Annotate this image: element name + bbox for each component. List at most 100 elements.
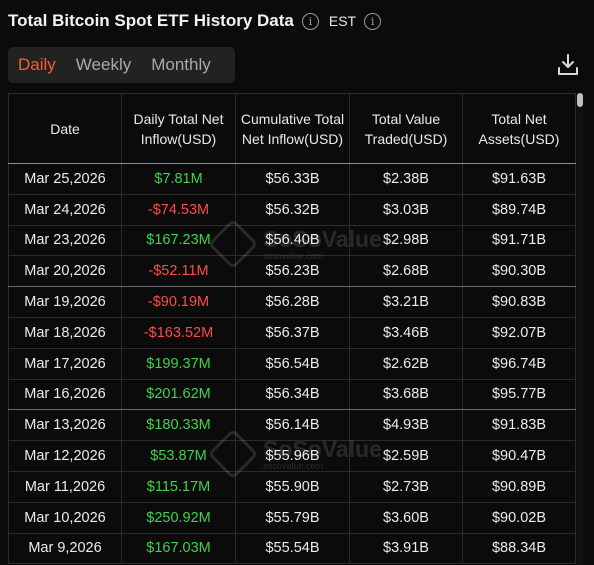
table-row: Mar 9,2026 $167.03M $55.54B $3.91B $88.34B [8, 533, 576, 565]
cell-date: Mar 12,2026 [8, 440, 122, 472]
cell-total-net-assets: $91.83B [462, 409, 576, 442]
cell-total-value-traded: $3.91B [349, 533, 463, 565]
etf-history-table: Date Daily Total Net Inflow(USD) Cumulat… [8, 93, 576, 565]
cell-cumulative-net-inflow: $56.40B [235, 225, 350, 257]
table-row: Mar 20,2026 -$52.11M $56.23B $2.68B $90.30B [8, 255, 576, 288]
cell-cumulative-net-inflow: $56.33B [235, 163, 350, 195]
cell-daily-net-inflow: -$52.11M [121, 255, 236, 288]
table-header-row: Date Daily Total Net Inflow(USD) Cumulat… [8, 93, 576, 164]
cell-daily-net-inflow: $250.92M [121, 502, 236, 534]
cell-total-value-traded: $2.98B [349, 225, 463, 257]
table-row: Mar 16,2026 $201.62M $56.34B $3.68B $95.77B [8, 379, 576, 411]
cell-daily-net-inflow: $7.81M [121, 163, 236, 195]
cell-total-value-traded: $2.73B [349, 471, 463, 503]
column-header-daily-net-inflow: Daily Total Net Inflow(USD) [121, 93, 236, 164]
tab-monthly[interactable]: Monthly [141, 55, 221, 75]
cell-total-net-assets: $90.30B [462, 255, 576, 288]
cell-daily-net-inflow: $167.03M [121, 533, 236, 565]
timezone-info-icon[interactable]: i [364, 12, 382, 30]
cell-cumulative-net-inflow: $55.90B [235, 471, 350, 503]
info-icon[interactable]: i [301, 12, 319, 30]
cell-date: Mar 23,2026 [8, 225, 122, 257]
cell-total-net-assets: $90.47B [462, 440, 576, 472]
table-row: Mar 11,2026 $115.17M $55.90B $2.73B $90.89B [8, 471, 576, 503]
table-scrollbar[interactable] [577, 93, 583, 565]
cell-daily-net-inflow: $201.62M [121, 379, 236, 411]
cell-total-value-traded: $2.38B [349, 163, 463, 195]
cell-cumulative-net-inflow: $56.32B [235, 194, 350, 226]
cell-total-value-traded: $2.59B [349, 440, 463, 472]
scrollbar-thumb[interactable] [577, 93, 583, 107]
cell-total-value-traded: $3.21B [349, 286, 463, 318]
cell-daily-net-inflow: -$90.19M [121, 286, 236, 318]
cell-total-value-traded: $3.60B [349, 502, 463, 534]
column-header-date: Date [8, 93, 122, 164]
table-row: Mar 13,2026 $180.33M $56.14B $4.93B $91.83B [8, 409, 576, 442]
cell-total-value-traded: $2.62B [349, 348, 463, 380]
column-header-cumulative-net-inflow: Cumulative Total Net Inflow(USD) [235, 93, 350, 164]
table-row: Mar 10,2026 $250.92M $55.79B $3.60B $90.02B [8, 502, 576, 534]
column-header-total-net-assets: Total Net Assets(USD) [462, 93, 576, 164]
etf-history-table-container: Date Daily Total Net Inflow(USD) Cumulat… [8, 93, 576, 565]
cell-cumulative-net-inflow: $56.28B [235, 286, 350, 318]
cell-date: Mar 20,2026 [8, 255, 122, 288]
cell-total-net-assets: $96.74B [462, 348, 576, 380]
cell-date: Mar 9,2026 [8, 533, 122, 565]
table-row: Mar 19,2026 -$90.19M $56.28B $3.21B $90.83B [8, 286, 576, 318]
cell-cumulative-net-inflow: $56.14B [235, 409, 350, 442]
cell-total-net-assets: $91.71B [462, 225, 576, 257]
cell-date: Mar 19,2026 [8, 286, 122, 318]
cell-total-net-assets: $90.89B [462, 471, 576, 503]
cell-total-value-traded: $3.46B [349, 317, 463, 349]
header: Total Bitcoin Spot ETF History Data i ES… [8, 8, 382, 34]
cell-total-net-assets: $90.02B [462, 502, 576, 534]
cell-total-net-assets: $95.77B [462, 379, 576, 411]
cell-date: Mar 17,2026 [8, 348, 122, 380]
table-body: Mar 25,2026 $7.81M $56.33B $2.38B $91.63B Mar… [8, 163, 576, 565]
cell-cumulative-net-inflow: $55.54B [235, 533, 350, 565]
download-icon [558, 54, 578, 75]
cell-daily-net-inflow: $53.87M [121, 440, 236, 472]
cell-total-net-assets: $91.63B [462, 163, 576, 195]
table-row: Mar 17,2026 $199.37M $56.54B $2.62B $96.74B [8, 348, 576, 380]
cell-total-net-assets: $89.74B [462, 194, 576, 226]
cell-daily-net-inflow: -$74.53M [121, 194, 236, 226]
cell-date: Mar 11,2026 [8, 471, 122, 503]
cell-daily-net-inflow: $115.17M [121, 471, 236, 503]
table-row: Mar 18,2026 -$163.52M $56.37B $3.46B $92.07B [8, 317, 576, 349]
page-title: Total Bitcoin Spot ETF History Data [8, 11, 294, 30]
tab-weekly[interactable]: Weekly [66, 55, 141, 75]
download-button[interactable] [555, 52, 581, 78]
column-header-total-value-traded: Total Value Traded(USD) [349, 93, 463, 164]
cell-cumulative-net-inflow: $55.79B [235, 502, 350, 534]
cell-total-net-assets: $90.83B [462, 286, 576, 318]
timezone-label: EST [328, 13, 357, 29]
cell-date: Mar 25,2026 [8, 163, 122, 195]
table-row: Mar 24,2026 -$74.53M $56.32B $3.03B $89.74B [8, 194, 576, 226]
cell-total-value-traded: $3.68B [349, 379, 463, 411]
cell-cumulative-net-inflow: $56.54B [235, 348, 350, 380]
cell-daily-net-inflow: $199.37M [121, 348, 236, 380]
cell-date: Mar 16,2026 [8, 379, 122, 411]
cell-daily-net-inflow: -$163.52M [121, 317, 236, 349]
table-row: Mar 25,2026 $7.81M $56.33B $2.38B $91.63B [8, 163, 576, 195]
table-row: Mar 23,2026 $167.23M $56.40B $2.98B $91.71B [8, 225, 576, 257]
cell-date: Mar 24,2026 [8, 194, 122, 226]
cell-total-value-traded: $3.03B [349, 194, 463, 226]
cell-cumulative-net-inflow: $56.34B [235, 379, 350, 411]
cell-cumulative-net-inflow: $55.96B [235, 440, 350, 472]
period-tabs: Daily Weekly Monthly [8, 47, 235, 83]
cell-total-value-traded: $4.93B [349, 409, 463, 442]
cell-date: Mar 10,2026 [8, 502, 122, 534]
tab-daily[interactable]: Daily [8, 55, 66, 75]
cell-total-value-traded: $2.68B [349, 255, 463, 288]
cell-daily-net-inflow: $180.33M [121, 409, 236, 442]
cell-total-net-assets: $88.34B [462, 533, 576, 565]
table-row: Mar 12,2026 $53.87M $55.96B $2.59B $90.47B [8, 440, 576, 472]
cell-date: Mar 18,2026 [8, 317, 122, 349]
cell-date: Mar 13,2026 [8, 409, 122, 442]
cell-cumulative-net-inflow: $56.23B [235, 255, 350, 288]
cell-total-net-assets: $92.07B [462, 317, 576, 349]
cell-cumulative-net-inflow: $56.37B [235, 317, 350, 349]
cell-daily-net-inflow: $167.23M [121, 225, 236, 257]
